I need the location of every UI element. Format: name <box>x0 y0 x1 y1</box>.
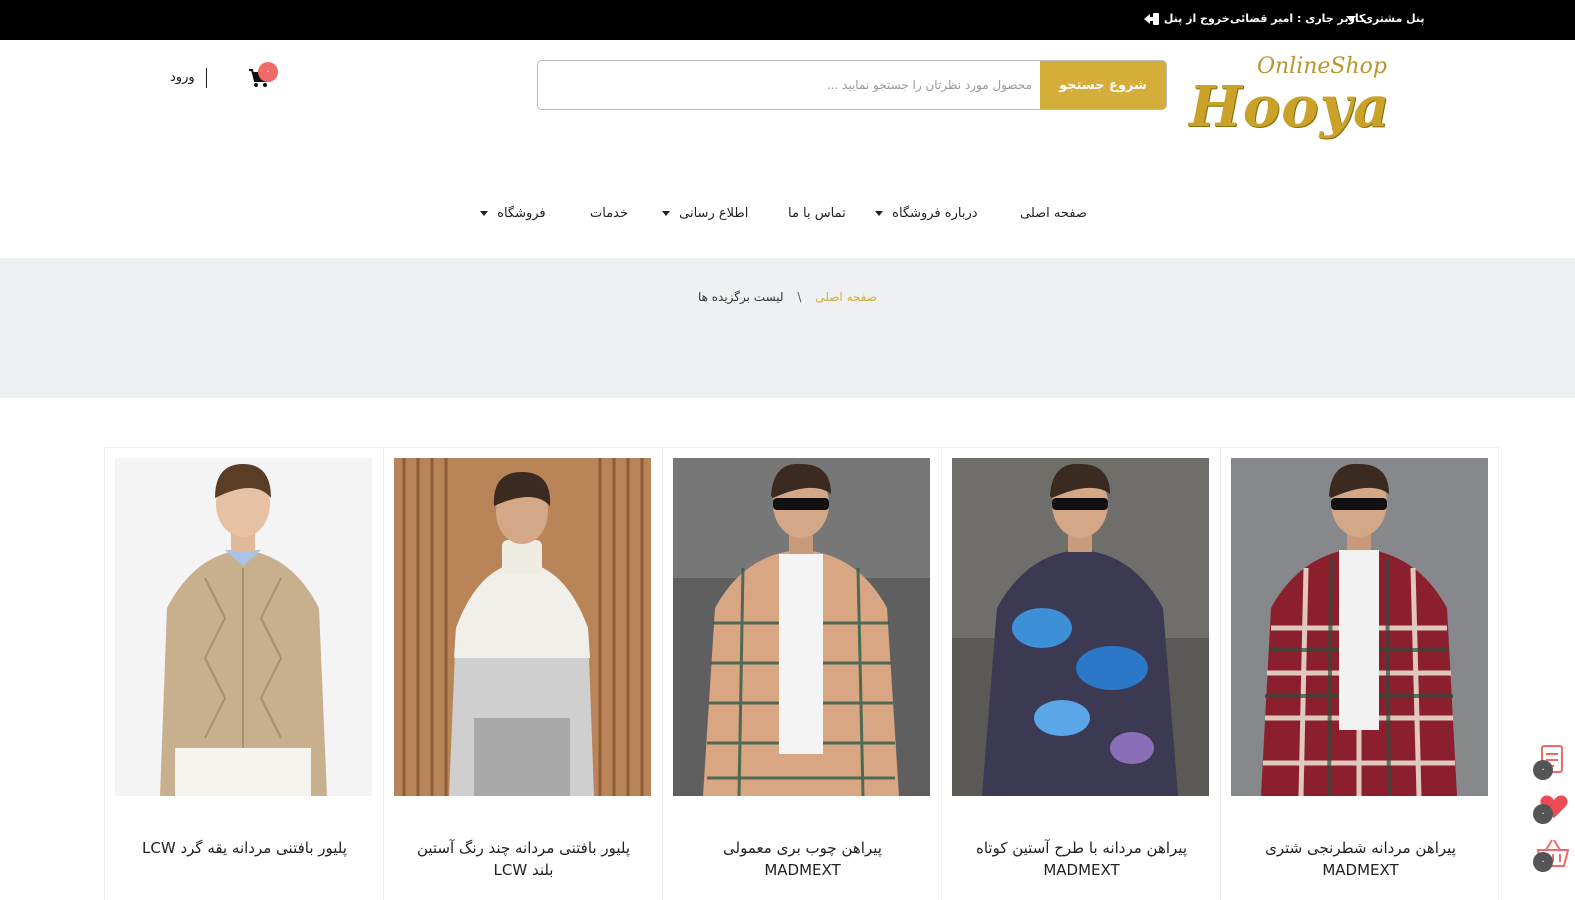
cart-side-count-badge: ۰ <box>1533 852 1553 872</box>
product-title[interactable]: پیراهن مردانه با طرح آستین کوتاه MADMEXT <box>962 837 1201 881</box>
wishlist-widget[interactable]: ۰ <box>1530 790 1570 830</box>
nav-label: صفحه اصلی <box>1020 206 1087 221</box>
customer-panel-label: پنل مشتری <box>1362 12 1425 25</box>
breadcrumb: صفحه اصلی \ لیست برگزیده ها <box>0 290 1575 304</box>
product-image[interactable] <box>673 458 930 796</box>
nav-label: اطلاع رسانی <box>679 206 749 221</box>
product-card[interactable]: پیراهن مردانه شطرنجی شتری MADMEXT <box>1220 447 1499 900</box>
product-image[interactable] <box>394 458 651 796</box>
nav-label: فروشگاه <box>497 206 546 221</box>
chevron-down-icon <box>662 211 670 216</box>
breadcrumb-current: لیست برگزیده ها <box>697 290 784 304</box>
product-image[interactable] <box>952 458 1209 796</box>
cart-count-badge: ۰ <box>258 62 278 82</box>
product-card[interactable]: پیراهن مردانه با طرح آستین کوتاه MADMEXT <box>941 447 1220 900</box>
product-title[interactable]: پیراهن مردانه شطرنجی شتری MADMEXT <box>1241 837 1480 881</box>
current-user: کاربر جاری : امیر قضائی <box>1230 12 1366 25</box>
top-bar: پنل مشتری کاربر جاری : امیر قضائی خروج ا… <box>0 0 1575 40</box>
search-input[interactable] <box>538 61 1042 109</box>
nav-label: خدمات <box>590 206 629 221</box>
breadcrumb-separator: \ <box>797 290 802 304</box>
search-button[interactable]: شروع جستجو <box>1040 61 1166 109</box>
product-title[interactable]: پلیور بافتنی مردانه چند رنگ آستین بلند L… <box>404 837 643 881</box>
logout-link[interactable]: خروج از پنل <box>1144 12 1230 26</box>
nav-label: درباره فروشگاه <box>892 206 978 221</box>
product-image[interactable] <box>115 458 372 796</box>
compare-widget[interactable]: ۰ <box>1530 744 1570 784</box>
nav-item-about[interactable]: درباره فروشگاه <box>875 206 978 221</box>
nav-label: تماس با ما <box>788 206 846 221</box>
product-title[interactable]: پیراهن چوب بری معمولی MADMEXT <box>683 837 922 881</box>
nav-item-services[interactable]: خدمات <box>590 206 628 221</box>
chevron-down-icon <box>480 211 488 216</box>
product-card[interactable]: پلیور بافتنی مردانه چند رنگ آستین بلند L… <box>383 447 662 900</box>
header-divider <box>206 68 207 88</box>
search-bar: شروع جستجو <box>537 60 1167 110</box>
logout-label: خروج از پنل <box>1163 12 1230 25</box>
login-link[interactable]: ورود <box>170 70 195 85</box>
logout-icon <box>1144 13 1159 25</box>
chevron-down-icon <box>875 211 883 216</box>
nav-item-shop[interactable]: فروشگاه <box>480 206 546 221</box>
product-image[interactable] <box>1231 458 1488 796</box>
nav-item-home[interactable]: صفحه اصلی <box>1020 206 1087 221</box>
page-header-band <box>0 258 1575 398</box>
logo-title: Hooya <box>1189 74 1391 140</box>
site-logo[interactable]: OnlineShop Hooya <box>1185 52 1395 152</box>
nav-item-contact[interactable]: تماس با ما <box>788 206 846 221</box>
breadcrumb-home[interactable]: صفحه اصلی <box>815 290 877 304</box>
product-card[interactable]: پلیور بافتنی مردانه یقه گرد LCW <box>104 447 383 900</box>
nav-item-news[interactable]: اطلاع رسانی <box>662 206 748 221</box>
compare-count-badge: ۰ <box>1533 760 1553 780</box>
product-card[interactable]: پیراهن چوب بری معمولی MADMEXT <box>662 447 941 900</box>
wishlist-count-badge: ۰ <box>1533 804 1553 824</box>
product-title[interactable]: پلیور بافتنی مردانه یقه گرد LCW <box>125 837 364 859</box>
cart-widget[interactable]: ۰ <box>1530 836 1570 876</box>
